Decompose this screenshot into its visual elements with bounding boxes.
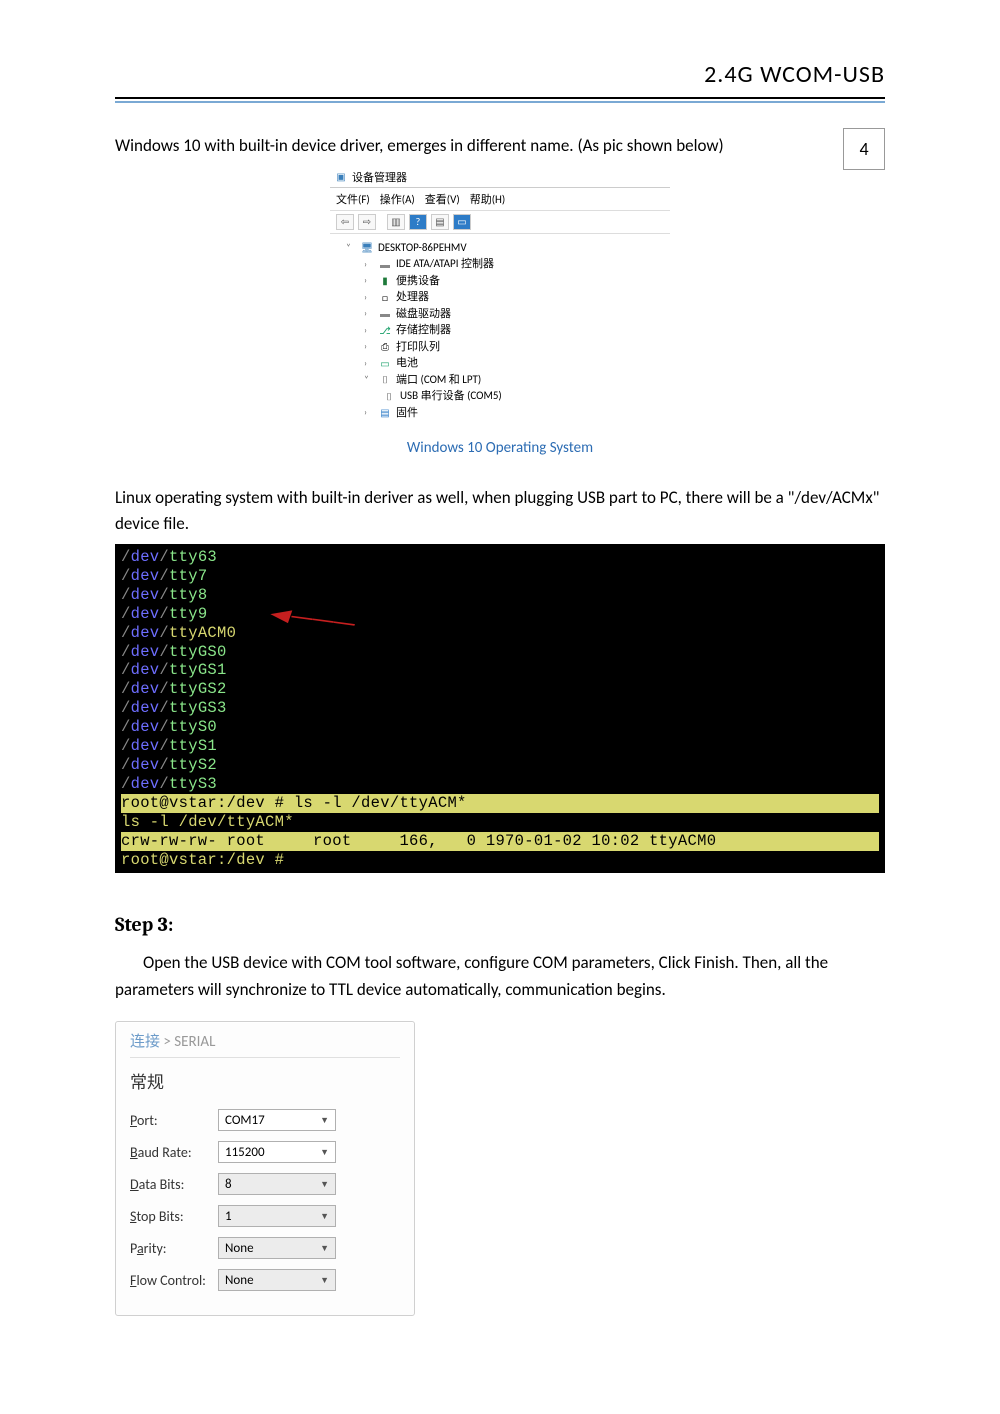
term-line: /dev/ttyGS2: [121, 680, 879, 699]
row-stop: Stop Bits: 1▼: [130, 1205, 400, 1227]
term-line-acm0: /dev/ttyACM0: [121, 624, 879, 643]
flow-select[interactable]: None▼: [218, 1269, 336, 1291]
computer-icon: 🖥: [360, 242, 374, 254]
row-baud: Baud Rate: 115200▼: [130, 1141, 400, 1163]
device-manager-icon: ▣: [334, 171, 348, 183]
row-parity: Parity: None▼: [130, 1237, 400, 1259]
chevron-down-icon: ▼: [320, 1211, 329, 1222]
forward-icon[interactable]: ⇨: [358, 214, 376, 230]
dm-item-disk[interactable]: ›▬磁盘驱动器: [338, 306, 662, 323]
storage-icon: ⎇: [378, 324, 392, 336]
header-rule: [115, 101, 885, 103]
usb-serial-icon: ⌷: [382, 390, 396, 402]
dm-item-storage[interactable]: ›⎇存储控制器: [338, 322, 662, 339]
chevron-down-icon: ▼: [320, 1115, 329, 1126]
dm-menu-action[interactable]: 操作(A): [380, 191, 415, 207]
monitor-icon[interactable]: ▭: [453, 214, 471, 230]
term-ls-echo: ls -l /dev/ttyACM*: [121, 813, 879, 832]
term-line: /dev/tty7: [121, 567, 879, 586]
firmware-icon: ▤: [378, 407, 392, 419]
step3-heading: Step 3:: [115, 913, 885, 936]
dm-item-firmware[interactable]: ›▤固件: [338, 405, 662, 422]
parity-select[interactable]: None▼: [218, 1237, 336, 1259]
disk-icon: ▬: [378, 308, 392, 320]
dm-menubar: 文件(F) 操作(A) 查看(V) 帮助(H): [330, 188, 670, 211]
term-line: /dev/ttyS2: [121, 756, 879, 775]
dm-title-text: 设备管理器: [352, 169, 407, 185]
device-manager-window: ▣ 设备管理器 文件(F) 操作(A) 查看(V) 帮助(H) ⇦ ⇨ ▥ ? …: [330, 167, 670, 432]
battery-icon: ▭: [378, 357, 392, 369]
dm-caption: Windows 10 Operating System: [115, 439, 885, 457]
serial-section-title: 常规: [130, 1068, 400, 1093]
doc-header-title: 2.4G WCOM-USB: [115, 60, 885, 99]
stop-select[interactable]: 1▼: [218, 1205, 336, 1227]
chevron-down-icon: ▼: [320, 1179, 329, 1190]
baud-label: Baud Rate:: [130, 1144, 218, 1161]
linux-terminal: ◄─── /dev/tty63 /dev/tty7 /dev/tty8 /dev…: [115, 544, 885, 873]
page-number: 4: [843, 128, 885, 170]
port-label: Port:: [130, 1112, 218, 1129]
dm-item-battery[interactable]: ›▭电池: [338, 355, 662, 372]
term-line: /dev/ttyS1: [121, 737, 879, 756]
dm-window-title: ▣ 设备管理器: [330, 167, 670, 188]
dm-menu-view[interactable]: 查看(V): [425, 191, 460, 207]
chevron-down-icon: ▼: [320, 1243, 329, 1254]
flow-label: Flow Control:: [130, 1272, 218, 1289]
scan-icon[interactable]: ▤: [431, 214, 449, 230]
ide-icon: ▬: [378, 258, 392, 270]
breadcrumb: 连接 > SERIAL: [130, 1030, 400, 1058]
data-label: Data Bits:: [130, 1176, 218, 1193]
dm-item-portable[interactable]: ›▮便携设备: [338, 273, 662, 290]
row-flow: Flow Control: None▼: [130, 1269, 400, 1291]
term-prompt: root@vstar:/dev #: [121, 851, 879, 870]
term-line: /dev/tty63: [121, 548, 879, 567]
breadcrumb-link[interactable]: 连接: [130, 1033, 160, 1051]
printer-icon: ⎙: [378, 341, 392, 353]
serial-config-panel: 连接 > SERIAL 常规 Port: COM17▼ Baud Rate: 1…: [115, 1021, 415, 1316]
term-cmd: root@vstar:/dev # ls -l /dev/ttyACM*: [121, 794, 879, 813]
dm-item-print[interactable]: ›⎙打印队列: [338, 339, 662, 356]
breadcrumb-sep: >: [160, 1033, 174, 1051]
back-icon[interactable]: ⇦: [336, 214, 354, 230]
dm-item-usb-com5[interactable]: ⌷USB 串行设备 (COM5): [338, 388, 662, 405]
dm-tree: ˅🖥DESKTOP-86PEHMV ›▬IDE ATA/ATAPI 控制器 ›▮…: [330, 234, 670, 432]
dm-root[interactable]: ˅🖥DESKTOP-86PEHMV: [338, 240, 662, 257]
port-select[interactable]: COM17▼: [218, 1109, 336, 1131]
chevron-down-icon: ▼: [320, 1275, 329, 1286]
help-icon[interactable]: ?: [409, 214, 427, 230]
row-data: Data Bits: 8▼: [130, 1173, 400, 1195]
data-select[interactable]: 8▼: [218, 1173, 336, 1195]
stop-label: Stop Bits:: [130, 1208, 218, 1225]
intro-text-2: Linux operating system with built-in der…: [115, 485, 885, 536]
dm-menu-file[interactable]: 文件(F): [336, 191, 370, 207]
term-line: /dev/ttyGS3: [121, 699, 879, 718]
term-line: /dev/ttyS0: [121, 718, 879, 737]
intro-text-1: Windows 10 with built-in device driver, …: [115, 133, 885, 159]
term-line: /dev/ttyGS0: [121, 643, 879, 662]
dm-item-ide[interactable]: ›▬IDE ATA/ATAPI 控制器: [338, 256, 662, 273]
cpu-icon: □: [378, 291, 392, 303]
term-line: /dev/tty9: [121, 605, 879, 624]
properties-icon[interactable]: ▥: [387, 214, 405, 230]
baud-select[interactable]: 115200▼: [218, 1141, 336, 1163]
dm-item-ports[interactable]: ˅⌷端口 (COM 和 LPT): [338, 372, 662, 389]
chevron-down-icon: ▼: [320, 1147, 329, 1158]
row-port: Port: COM17▼: [130, 1109, 400, 1131]
portable-icon: ▮: [378, 275, 392, 287]
ports-icon: ⌷: [378, 374, 392, 386]
dm-item-cpu[interactable]: ›□处理器: [338, 289, 662, 306]
breadcrumb-current: SERIAL: [174, 1033, 215, 1051]
term-listing: crw-rw-rw- root root 166, 0 1970-01-02 1…: [121, 832, 879, 851]
term-line: /dev/ttyS3: [121, 775, 879, 794]
term-line: /dev/tty8: [121, 586, 879, 605]
term-line: /dev/ttyGS1: [121, 661, 879, 680]
step3-body: Open the USB device with COM tool softwa…: [115, 950, 885, 1003]
parity-label: Parity:: [130, 1240, 218, 1257]
dm-menu-help[interactable]: 帮助(H): [470, 191, 506, 207]
dm-toolbar: ⇦ ⇨ ▥ ? ▤ ▭: [330, 211, 670, 234]
